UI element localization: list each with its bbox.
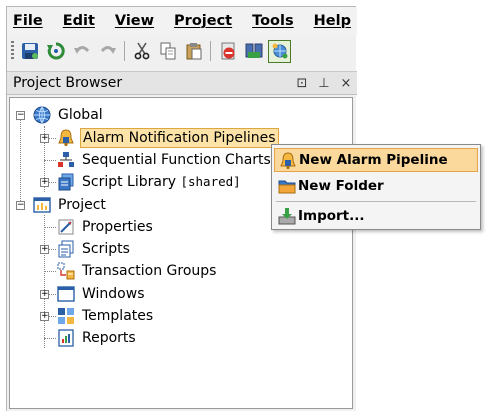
reports-icon — [56, 328, 76, 348]
tree-node-label: Reports — [82, 330, 136, 346]
tree-node-label: Transaction Groups — [82, 263, 217, 279]
shared-suffix: [shared] — [180, 174, 241, 189]
expand-templates-toggle[interactable]: + — [40, 312, 49, 321]
transaction-groups-icon — [56, 261, 76, 281]
toolbar-separator — [210, 41, 211, 61]
menu-tools[interactable]: Tools — [252, 13, 294, 29]
redo-icon — [100, 46, 116, 54]
new-folder-item[interactable]: New Folder — [274, 174, 478, 198]
collapse-global-toggle[interactable]: − — [16, 111, 25, 120]
tree-node-transaction-groups[interactable]: Transaction Groups — [56, 260, 218, 282]
tree-connector — [44, 271, 56, 272]
pin-icon[interactable]: ⊥ — [313, 76, 335, 91]
tree-node-label: Alarm Notification Pipelines — [80, 128, 279, 148]
network-icon — [272, 43, 287, 59]
new-alarm-pipeline-item[interactable]: New Alarm Pipeline — [274, 148, 478, 172]
menu-separator — [276, 201, 476, 202]
tree-node-project[interactable]: Project — [32, 194, 108, 216]
menu-edit[interactable]: Edit — [63, 13, 95, 29]
paste-button[interactable] — [182, 40, 205, 63]
stop-button[interactable] — [216, 40, 239, 63]
tree-connector — [20, 115, 21, 205]
tree-node-script-library[interactable]: Script Library [shared] — [56, 171, 243, 193]
close-icon[interactable]: × — [335, 76, 357, 91]
scripts-icon — [56, 239, 76, 259]
import-item[interactable]: Import... — [274, 204, 478, 228]
tree-node-alarm-notification-pipelines[interactable]: Alarm Notification Pipelines — [56, 127, 279, 149]
refresh-icon — [46, 42, 65, 60]
publish-button[interactable] — [242, 40, 265, 63]
toolbar-separator — [124, 41, 125, 61]
globe-icon — [32, 105, 52, 125]
undo-icon — [73, 46, 89, 54]
project-icon — [32, 195, 52, 215]
script-library-label: Script Library — [82, 174, 177, 190]
tree-node-reports[interactable]: Reports — [56, 327, 138, 349]
tree-node-properties[interactable]: Properties — [56, 216, 155, 238]
tree-node-label: Templates — [82, 308, 154, 324]
expand-windows-toggle[interactable]: + — [40, 290, 49, 299]
menu-bar: File Edit View Project Tools Help — [7, 7, 357, 35]
panel-title: Project Browser — [13, 75, 123, 91]
cut-icon — [134, 42, 149, 60]
tree-node-label: Windows — [82, 286, 145, 302]
stop-icon — [221, 42, 234, 60]
cut-button[interactable] — [130, 40, 153, 63]
restore-icon[interactable]: ⊡ — [291, 76, 313, 91]
undo-button[interactable] — [70, 40, 93, 63]
toolbar — [7, 37, 357, 65]
refresh-button[interactable] — [44, 40, 67, 63]
menu-item-label: New Alarm Pipeline — [299, 152, 448, 168]
network-button[interactable] — [268, 39, 291, 63]
script-library-icon — [56, 172, 76, 192]
tree-node-label: Scripts — [82, 241, 130, 257]
tree-node-label: Global — [58, 107, 103, 123]
alarm-pipeline-icon — [56, 128, 76, 148]
expand-scripts-toggle[interactable]: + — [40, 245, 49, 254]
menu-item-label: Import... — [298, 208, 365, 224]
context-menu: New Alarm Pipeline New Folder Import... — [271, 144, 481, 230]
copy-icon — [160, 42, 175, 60]
redo-button[interactable] — [96, 40, 119, 63]
tree-node-label: Project — [58, 197, 106, 213]
expand-script-library-toggle[interactable]: + — [40, 178, 49, 187]
tree-node-label: Script Library [shared] — [80, 173, 243, 191]
save-button[interactable] — [18, 40, 41, 63]
import-icon — [278, 207, 296, 225]
menu-project[interactable]: Project — [174, 13, 232, 29]
tree-connector — [44, 227, 56, 228]
expand-alarm-pipelines-toggle[interactable]: + — [40, 134, 49, 143]
menu-view[interactable]: View — [115, 13, 154, 29]
tree-node-scripts[interactable]: Scripts — [56, 238, 132, 260]
sfc-icon — [56, 150, 76, 170]
tree-node-templates[interactable]: Templates — [56, 305, 155, 327]
tree-connector — [44, 160, 56, 161]
collapse-project-toggle[interactable]: − — [16, 201, 25, 210]
project-browser-header: Project Browser ⊡ ⊥ × — [7, 71, 357, 95]
tree-node-windows[interactable]: Windows — [56, 283, 147, 305]
alarm-pipeline-icon — [279, 152, 297, 170]
tree-connector — [44, 215, 45, 348]
windows-icon — [56, 284, 76, 304]
tree-node-label: Properties — [82, 219, 153, 235]
properties-icon — [56, 217, 76, 237]
menu-help[interactable]: Help — [314, 13, 351, 29]
tree-connector — [44, 338, 56, 339]
tree-node-global[interactable]: Global — [32, 104, 105, 126]
menu-file[interactable]: File — [13, 13, 43, 29]
save-icon — [21, 43, 38, 59]
tree-node-sequential-function-charts[interactable]: Sequential Function Charts — [56, 149, 273, 171]
paste-icon — [186, 43, 201, 60]
toolbar-grip[interactable] — [11, 41, 14, 61]
tree-node-label: Sequential Function Charts — [82, 152, 271, 168]
menu-item-label: New Folder — [298, 178, 384, 194]
copy-button[interactable] — [156, 40, 179, 63]
publish-icon — [245, 43, 262, 58]
templates-icon — [56, 306, 76, 326]
folder-icon — [278, 177, 296, 195]
